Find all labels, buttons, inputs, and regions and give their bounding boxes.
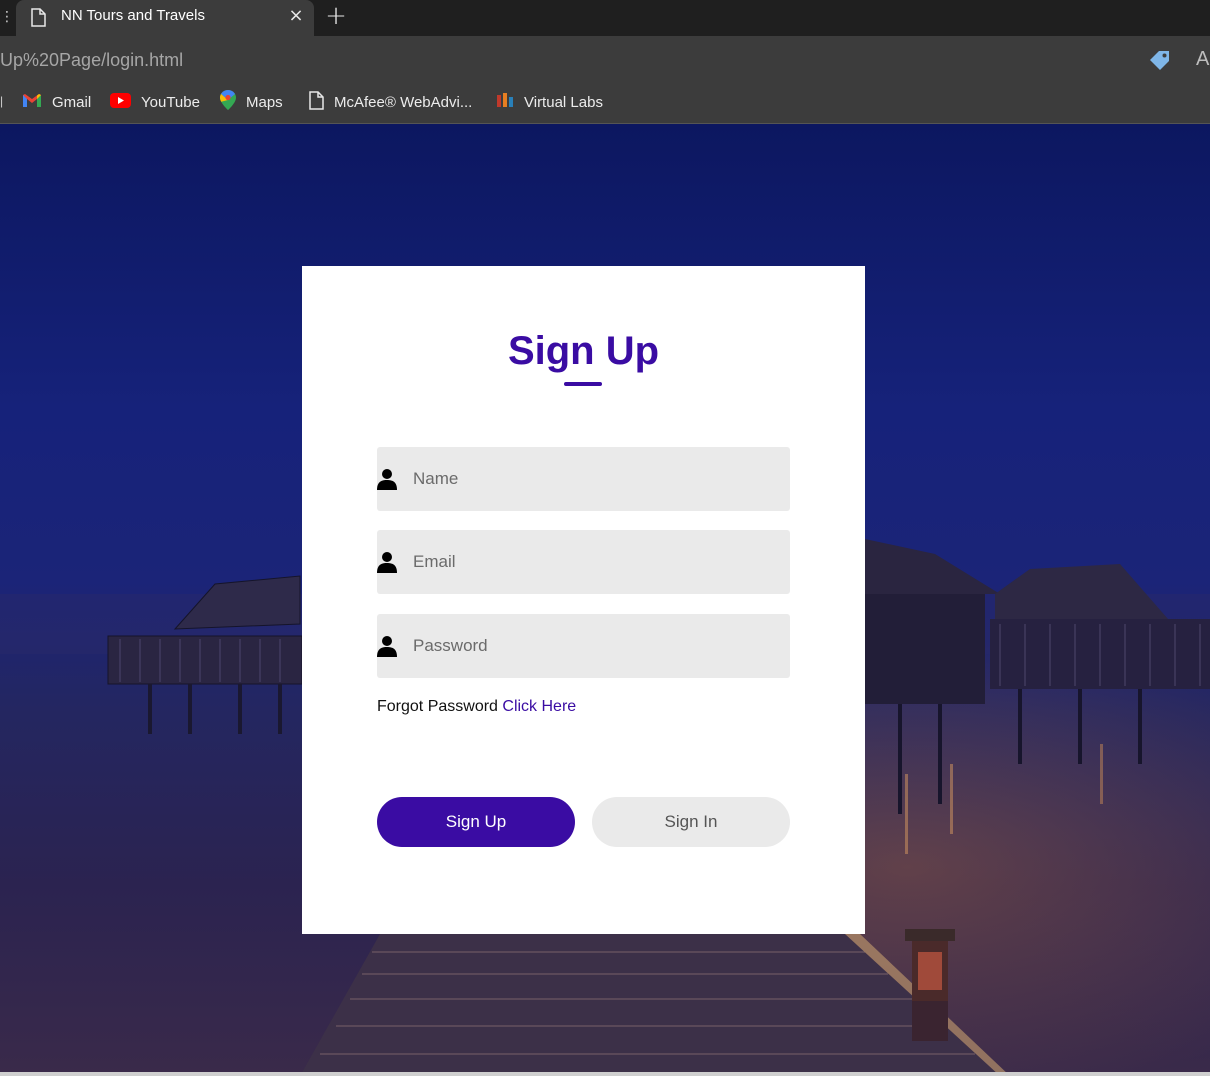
url-field[interactable]: Up%20Page/login.html bbox=[0, 36, 183, 84]
page-title: Sign Up bbox=[507, 329, 660, 373]
document-icon bbox=[30, 8, 46, 32]
gmail-icon bbox=[22, 93, 42, 112]
tab-title: NN Tours and Travels bbox=[61, 7, 205, 24]
boardwalk bbox=[300, 934, 1010, 1076]
bottom-strip bbox=[0, 1072, 1210, 1076]
youtube-icon bbox=[110, 92, 131, 112]
lantern bbox=[905, 929, 955, 1041]
sign-in-button[interactable]: Sign In bbox=[592, 797, 790, 847]
user-icon bbox=[377, 635, 397, 662]
bookmark-virtual-labs[interactable]: Virtual Labs bbox=[496, 80, 603, 124]
password-field[interactable] bbox=[377, 614, 790, 678]
user-icon bbox=[377, 551, 397, 578]
bookmark-label: Gmail bbox=[52, 93, 92, 111]
user-icon bbox=[377, 468, 397, 495]
forgot-password-row: Forgot Password Click Here bbox=[377, 698, 576, 716]
bookmark-label: Maps bbox=[246, 93, 283, 111]
password-input[interactable] bbox=[413, 614, 773, 678]
tab-strip: ⋮ NN Tours and Travels × + bbox=[0, 0, 1210, 36]
page-viewport: Sign Up Forgot Password Click Here Sign … bbox=[0, 124, 1210, 1076]
bookmark-label: McAfee® WebAdvi... bbox=[334, 93, 473, 111]
bookmark-label: YouTube bbox=[141, 93, 200, 111]
email-input[interactable] bbox=[413, 530, 773, 594]
virtual-labs-icon bbox=[496, 92, 514, 112]
bookmark-gmail[interactable]: Gmail bbox=[22, 80, 91, 124]
title-underline bbox=[564, 382, 602, 386]
bookmarks-bar: | Gmail YouTube Maps McAfee® WebAdvi... … bbox=[0, 80, 1210, 124]
bookmark-label: Virtual Labs bbox=[524, 93, 603, 111]
name-field[interactable] bbox=[377, 447, 790, 511]
name-input[interactable] bbox=[413, 447, 773, 511]
right-villas bbox=[865, 539, 1210, 814]
read-aloud-icon[interactable]: A bbox=[1196, 46, 1209, 72]
price-tag-icon[interactable] bbox=[1148, 49, 1172, 76]
active-tab[interactable]: NN Tours and Travels × bbox=[16, 0, 314, 36]
document-icon bbox=[308, 90, 324, 114]
bookmarks-overflow-edge: | bbox=[0, 94, 4, 108]
forgot-password-link[interactable]: Click Here bbox=[502, 698, 576, 715]
maps-icon bbox=[220, 90, 236, 114]
signup-card: Sign Up Forgot Password Click Here Sign … bbox=[302, 266, 865, 934]
bookmark-mcafee[interactable]: McAfee® WebAdvi... bbox=[308, 80, 472, 124]
bookmark-maps[interactable]: Maps bbox=[220, 80, 283, 124]
new-tab-button[interactable]: + bbox=[324, 3, 348, 29]
previous-tab-edge[interactable]: ⋮ bbox=[0, 6, 14, 28]
close-tab-icon[interactable]: × bbox=[286, 6, 306, 26]
sign-up-button[interactable]: Sign Up bbox=[377, 797, 575, 847]
bookmark-youtube[interactable]: YouTube bbox=[110, 80, 200, 124]
email-field[interactable] bbox=[377, 530, 790, 594]
forgot-password-label: Forgot Password bbox=[377, 698, 503, 715]
address-bar: Up%20Page/login.html A bbox=[0, 36, 1210, 80]
